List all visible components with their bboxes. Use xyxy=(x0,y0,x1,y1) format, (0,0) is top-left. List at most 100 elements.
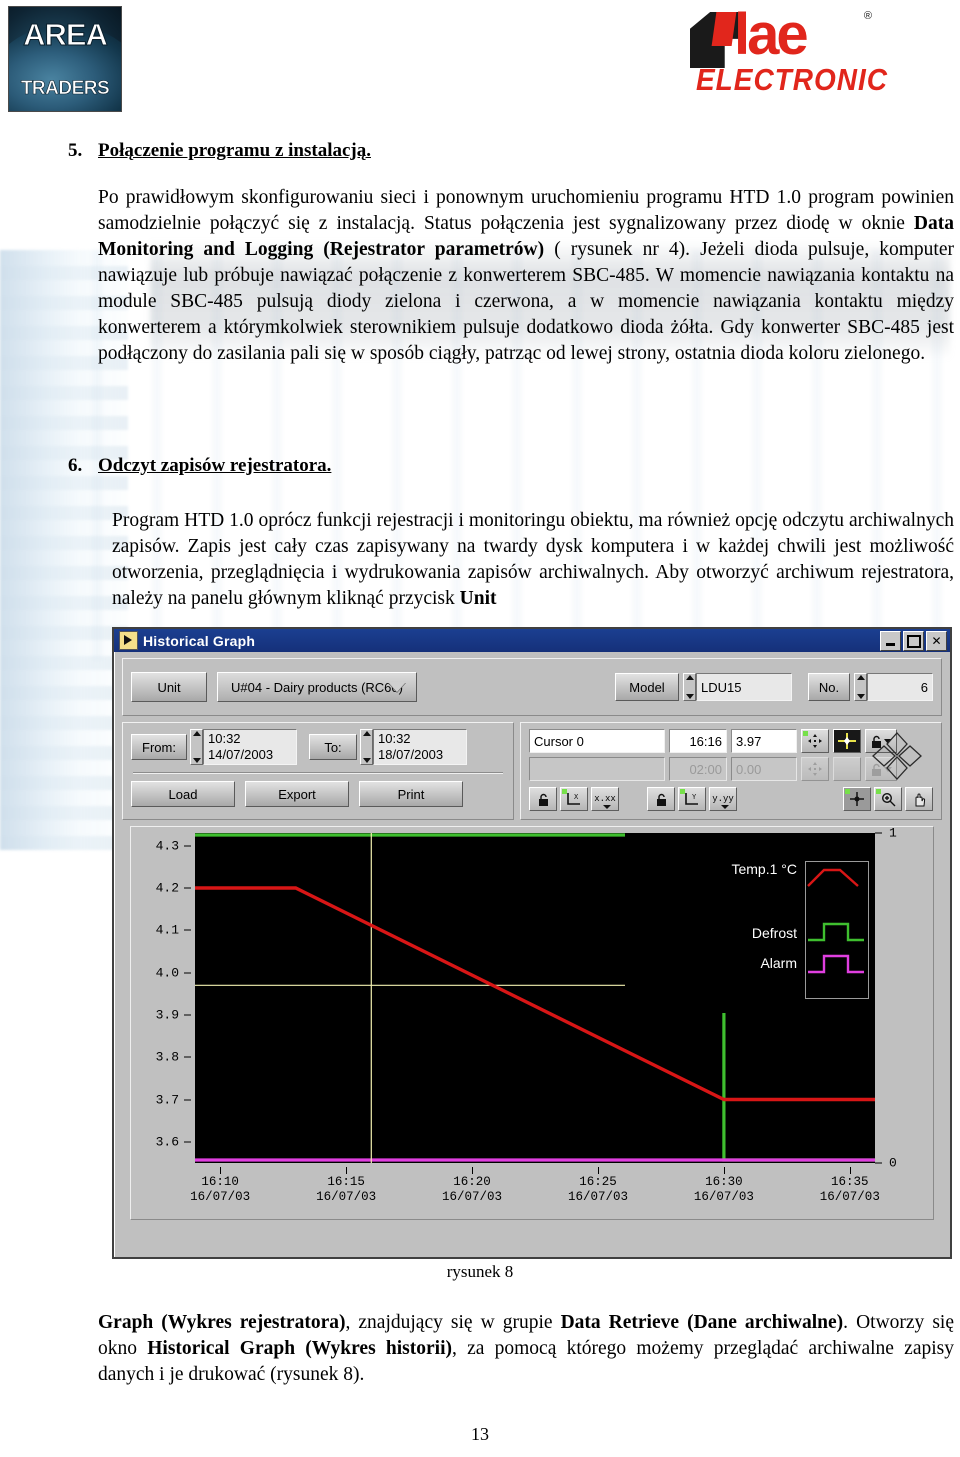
crosshair-tool-icon[interactable] xyxy=(843,787,871,811)
date-range-row: From: 10:32 14/07/2003 To: 10:32 18/07/2… xyxy=(131,729,505,765)
chevron-down-icon xyxy=(388,682,406,692)
unit-select-value: U#04 - Dairy products (RC60) xyxy=(231,679,403,695)
legend-swatches xyxy=(805,861,869,999)
x-tick-label: 16:10 16/07/03 xyxy=(190,1175,251,1204)
range-and-actions-group: From: 10:32 14/07/2003 To: 10:32 18/07/2… xyxy=(122,722,514,820)
cursor-name-field[interactable]: Cursor 0 xyxy=(529,729,665,753)
section-5-number: 5. xyxy=(68,140,83,161)
y-tick-label: 3.8 xyxy=(155,1049,179,1065)
unit-selection-group: Unit U#04 - Dairy products (RC60) Model … xyxy=(122,658,942,716)
unit-select[interactable]: U#04 - Dairy products (RC60) xyxy=(217,672,417,702)
pan-tool-icon[interactable] xyxy=(905,787,933,811)
from-spinner[interactable] xyxy=(190,729,203,765)
y-tick-mark xyxy=(184,972,191,974)
no-spinner[interactable] xyxy=(854,673,867,701)
controls-row: From: 10:32 14/07/2003 To: 10:32 18/07/2… xyxy=(122,722,942,820)
y-format-icon[interactable]: y.yy xyxy=(709,787,737,811)
cursor2-y-field[interactable]: 0.00 xyxy=(731,757,797,781)
cursor2-center-icon[interactable] xyxy=(833,757,861,781)
from-date-value: 14/07/2003 xyxy=(208,747,274,762)
x-tick-mark xyxy=(346,1167,348,1174)
minimize-button[interactable] xyxy=(880,631,901,651)
cursor-center-icon[interactable] xyxy=(833,729,861,753)
y-axis-labels: 4.3 4.2 4.1 4.0 3.9 3.8 3.7 3.6 xyxy=(131,827,191,1171)
section-5-title: Połączenie programu z instalacją. xyxy=(98,140,371,161)
lae-logo-subtitle: ELECTRONIC xyxy=(696,62,888,97)
x-tick-mark xyxy=(472,1167,474,1174)
lae-electronic-logo: lae ® ELECTRONIC xyxy=(690,6,887,104)
model-spinner[interactable] xyxy=(683,673,696,701)
to-datetime-field[interactable]: 10:32 18/07/2003 xyxy=(373,729,467,765)
legend-label-temp: Temp.1 °C xyxy=(731,861,797,877)
section-5-heading: 5. Połączenie programu z instalacją. xyxy=(68,140,371,162)
window-title: Historical Graph xyxy=(143,632,256,649)
x-lock-icon[interactable] xyxy=(529,787,557,811)
close-button[interactable]: ✕ xyxy=(926,631,947,651)
from-time-value: 10:32 xyxy=(208,731,241,746)
load-button[interactable]: Load xyxy=(131,781,235,807)
cursor2-x-field[interactable]: 02:00 xyxy=(669,757,727,781)
area-traders-logo-line1: AREA xyxy=(23,17,109,52)
x-format-icon[interactable]: x.xx xyxy=(591,787,619,811)
legend-label-defrost: Defrost xyxy=(751,925,797,941)
cursor2-move-icon[interactable] xyxy=(801,757,829,781)
y-tick-mark xyxy=(184,1056,191,1058)
model-button[interactable]: Model xyxy=(615,673,679,701)
closing-paragraph: Graph (Wykres rejestratora), znajdujący … xyxy=(98,1312,954,1385)
area-traders-logo: AREA TRADERS xyxy=(8,6,122,112)
x-tick-label: 16:25 16/07/03 xyxy=(567,1175,628,1204)
window-titlebar[interactable]: Historical Graph ✕ xyxy=(114,629,950,652)
x-tick-mark xyxy=(849,1167,851,1174)
from-button[interactable]: From: xyxy=(131,734,187,760)
y-tick-label: 4.0 xyxy=(155,965,179,981)
cursor2-name-field[interactable] xyxy=(529,757,665,781)
figure-caption: rysunek 8 xyxy=(446,1262,514,1281)
registered-mark-icon: ® xyxy=(863,10,872,22)
x-tick-mark xyxy=(597,1167,599,1174)
to-button[interactable]: To: xyxy=(309,734,357,760)
y-tick-mark xyxy=(184,1141,191,1143)
y-lock-icon[interactable] xyxy=(647,787,675,811)
x-autoscale-icon[interactable]: X xyxy=(560,787,588,811)
print-button[interactable]: Print xyxy=(359,781,463,807)
minimize-icon xyxy=(886,642,895,646)
y2-tick-label: 1 xyxy=(889,825,897,841)
x-tick-label: 16:20 16/07/03 xyxy=(442,1175,503,1204)
no-button[interactable]: No. xyxy=(808,673,850,701)
historical-graph-chart[interactable]: 4.3 4.2 4.1 4.0 3.9 3.8 3.7 3.6 Temp.1 °C Defro… xyxy=(130,826,934,1220)
area-traders-logo-line2: TRADERS xyxy=(20,78,110,99)
from-datetime-field[interactable]: 10:32 14/07/2003 xyxy=(203,729,297,765)
x-tick-label: 16:35 16/07/03 xyxy=(819,1175,880,1204)
y-tick-mark xyxy=(184,1099,191,1101)
y-tick-label: 4.2 xyxy=(155,880,179,896)
axis-tools-row: X x.xx Y y.yy xyxy=(529,787,933,811)
to-date-value: 18/07/2003 xyxy=(378,747,444,762)
y-tick-label: 3.6 xyxy=(155,1134,179,1150)
historical-graph-window: Historical Graph ✕ Unit U#04 - Dairy pro… xyxy=(112,627,952,1259)
chart-legend: Temp.1 °C Defrost Alarm xyxy=(625,833,875,1013)
model-field[interactable]: LDU15 xyxy=(696,673,792,701)
action-buttons-row: Load Export Print xyxy=(131,781,505,807)
y-tick-mark xyxy=(184,1014,191,1016)
legend-label-alarm: Alarm xyxy=(760,955,797,971)
cursor-move-icon[interactable] xyxy=(801,729,829,753)
cursor-pad-icon[interactable] xyxy=(869,729,925,788)
export-button[interactable]: Export xyxy=(245,781,349,807)
y-autoscale-icon[interactable]: Y xyxy=(678,787,706,811)
x-tick-label: 16:15 16/07/03 xyxy=(316,1175,377,1204)
no-field[interactable]: 6 xyxy=(867,673,933,701)
zoom-tool-icon[interactable] xyxy=(874,787,902,811)
section-6-body: Program HTD 1.0 oprócz funkcji rejestrac… xyxy=(112,510,954,609)
plot-area[interactable]: Temp.1 °C Defrost Alarm xyxy=(195,833,875,1163)
section-5-body: Po prawidłowym skonfigurowaniu sieci i p… xyxy=(98,187,954,364)
y-tick-mark xyxy=(184,929,191,931)
page-number: 13 xyxy=(471,1424,489,1444)
unit-button[interactable]: Unit xyxy=(131,672,207,702)
to-spinner[interactable] xyxy=(360,729,373,765)
cursor-x-field[interactable]: 16:16 xyxy=(669,729,727,753)
x-tick-label: 16:30 16/07/03 xyxy=(693,1175,754,1204)
svg-text:X: X xyxy=(574,793,579,801)
maximize-button[interactable] xyxy=(903,631,924,651)
divider xyxy=(133,772,503,774)
cursor-y-field[interactable]: 3.97 xyxy=(731,729,797,753)
